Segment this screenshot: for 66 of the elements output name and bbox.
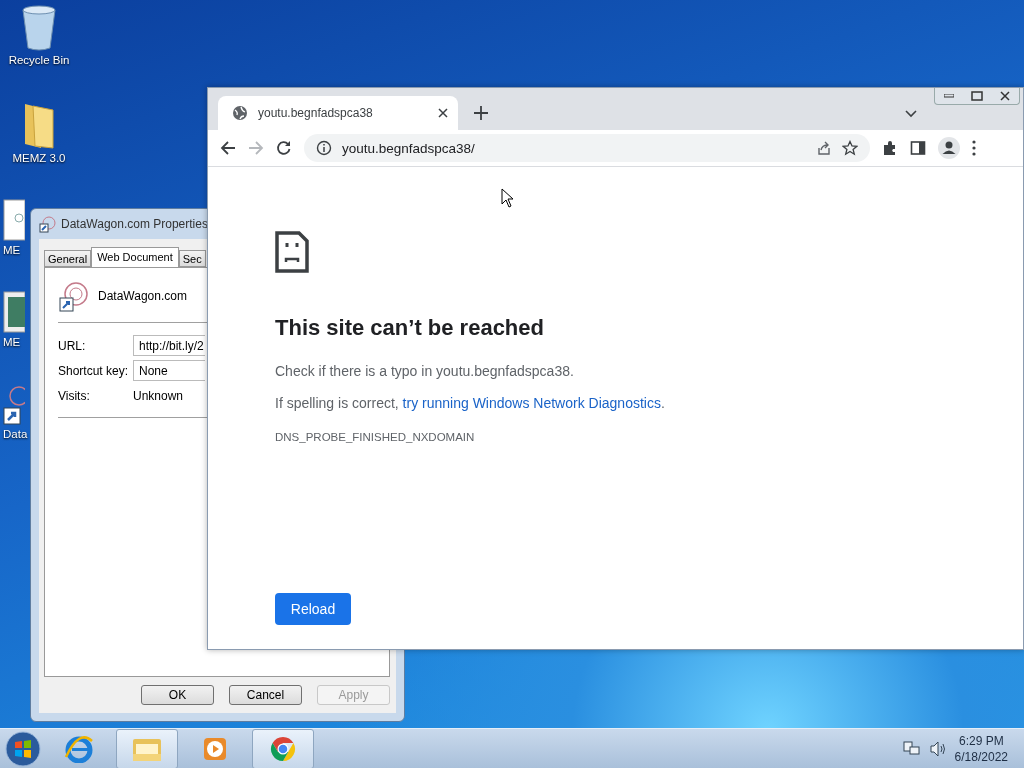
icon-label: MEMZ 3.0	[12, 152, 66, 164]
info-icon[interactable]	[316, 140, 332, 156]
clock-time: 6:29 PM	[958, 733, 1004, 748]
close-icon[interactable]	[438, 108, 448, 118]
menu-icon[interactable]	[972, 140, 976, 156]
error-title: This site can’t be reached	[275, 315, 544, 341]
dialog-button[interactable]: OK	[141, 685, 214, 705]
volume-icon[interactable]	[928, 740, 947, 757]
document-icon	[3, 198, 25, 242]
icon-label: Recycle Bin	[8, 54, 70, 66]
profile-icon[interactable]	[938, 137, 960, 159]
browser-e-icon	[64, 734, 94, 763]
error-code: DNS_PROBE_FINISHED_NXDOMAIN	[275, 431, 475, 443]
shortcut-icon	[39, 215, 57, 233]
back-icon[interactable]	[220, 140, 236, 156]
field-label: URL:	[58, 338, 87, 353]
dialog-tab[interactable]: General	[44, 250, 92, 267]
error-hint: Check if there is a typo in youtu.begnfadspca38.	[275, 363, 574, 379]
close-icon	[1000, 91, 1010, 101]
shortcut-icon	[58, 280, 90, 312]
icon-label: ME	[3, 244, 21, 256]
tab-title: youtu.begnfadspca38	[258, 106, 374, 120]
new-tab-icon[interactable]	[474, 106, 488, 120]
reload-icon[interactable]	[276, 140, 292, 156]
icon-label: Data	[3, 428, 28, 440]
input-field[interactable]: http://bit.ly/2	[133, 335, 205, 356]
sad-page-icon	[275, 231, 309, 273]
field-label: Visits:	[58, 389, 91, 403]
taskbar-app[interactable]	[252, 728, 314, 768]
globe-icon	[232, 105, 248, 121]
chevron-down-icon[interactable]	[905, 110, 917, 118]
recycle-bin-icon	[19, 4, 59, 52]
cursor-icon	[501, 188, 515, 208]
field-label: Shortcut key:	[58, 363, 130, 378]
clock[interactable]: 6:29 PM 6/18/2022	[954, 733, 1008, 764]
desktop-icon[interactable]: ME	[0, 290, 33, 348]
address-text: youtu.begnfadspca38/	[342, 140, 476, 156]
address-bar[interactable]: youtu.begnfadspca38/	[304, 134, 870, 162]
diagnose-text: If spelling is correct, try running Windows Network Diagnostics.	[275, 395, 665, 411]
dialog-title: DataWagon.com Properties	[61, 217, 208, 231]
minimize-icon	[944, 94, 954, 98]
dialog-tab[interactable]: Sec	[178, 250, 206, 267]
field-value: Unknown	[133, 388, 184, 405]
chrome-icon	[269, 734, 297, 763]
shortcut-name: DataWagon.com	[98, 289, 187, 303]
puzzle-icon[interactable]	[882, 140, 898, 156]
start-button[interactable]	[4, 729, 42, 768]
share-icon[interactable]	[816, 140, 832, 156]
star-icon[interactable]	[842, 140, 858, 156]
clock-date: 6/18/2022	[954, 749, 1008, 764]
dialog-tab[interactable]: Web Document	[91, 247, 179, 267]
desktop-icon[interactable]: Recycle Bin	[0, 4, 78, 66]
input-field[interactable]: None	[133, 360, 205, 381]
desktop-icon[interactable]: MEMZ 3.0	[0, 100, 78, 164]
diagnostics-link[interactable]: try running Windows Network Diagnostics	[402, 395, 661, 411]
reload-button[interactable]: Reload	[275, 593, 351, 625]
play-icon	[202, 735, 228, 762]
icon-label: ME	[3, 336, 21, 348]
desktop-icon[interactable]: ME	[0, 198, 33, 256]
image-icon	[3, 290, 25, 334]
side-panel-icon[interactable]	[910, 140, 926, 156]
maximize-icon	[971, 91, 983, 101]
browser-tab[interactable]: youtu.begnfadspca38	[218, 96, 458, 130]
network-icon[interactable]	[902, 740, 921, 757]
desktop-icon[interactable]: Data	[0, 382, 33, 440]
dialog-button[interactable]: Cancel	[229, 685, 302, 705]
